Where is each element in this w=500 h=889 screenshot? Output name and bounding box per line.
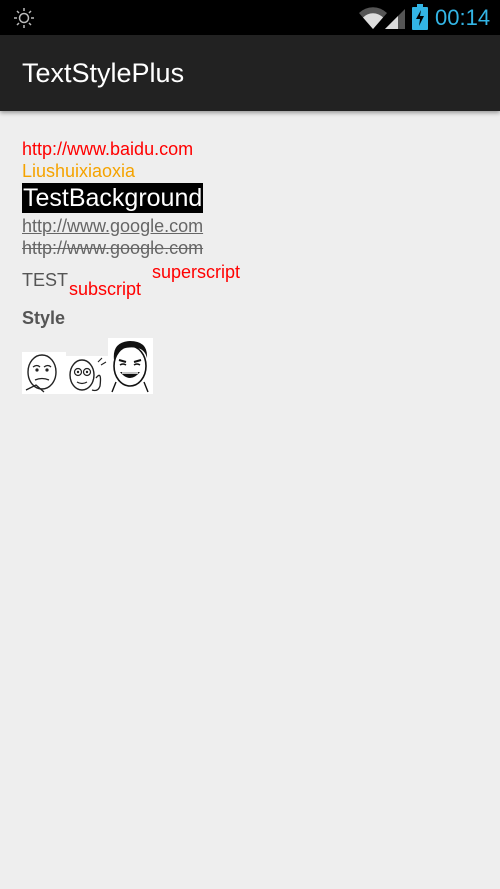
- rage-face-thinking-icon: [22, 352, 66, 394]
- rage-face-laughing-icon: [108, 338, 153, 394]
- baidu-link[interactable]: http://www.baidu.com: [22, 138, 482, 160]
- underlined-url[interactable]: http://www.google.com: [22, 215, 482, 237]
- subscript-text: subscript: [69, 279, 142, 299]
- action-bar: TextStylePlus: [0, 35, 500, 111]
- text-style-list: http://www.baidu.com Liushuixiaoxia Test…: [22, 138, 482, 394]
- background-text: TestBackground: [22, 183, 204, 213]
- signal-icon: [385, 9, 405, 29]
- status-clock: 00:14: [435, 5, 491, 30]
- superscript-text: superscript: [152, 262, 241, 282]
- background-text-row: TestBackground: [22, 183, 482, 213]
- emoticon-row: [22, 338, 482, 394]
- normal-text: TEST: [22, 270, 69, 290]
- colored-text: Liushuixiaoxia: [22, 161, 136, 181]
- strikethrough-url: http://www.google.com: [22, 238, 204, 258]
- battery-charging-icon: [412, 4, 428, 30]
- sub-super-row: TEST subscript superscript: [22, 259, 482, 305]
- rage-face-skeptical-icon: [66, 356, 108, 394]
- status-bar: 00:14: [0, 0, 500, 35]
- brightness-icon: [14, 8, 34, 28]
- bold-text: Style: [22, 308, 66, 328]
- app-title: TextStylePlus: [22, 58, 185, 88]
